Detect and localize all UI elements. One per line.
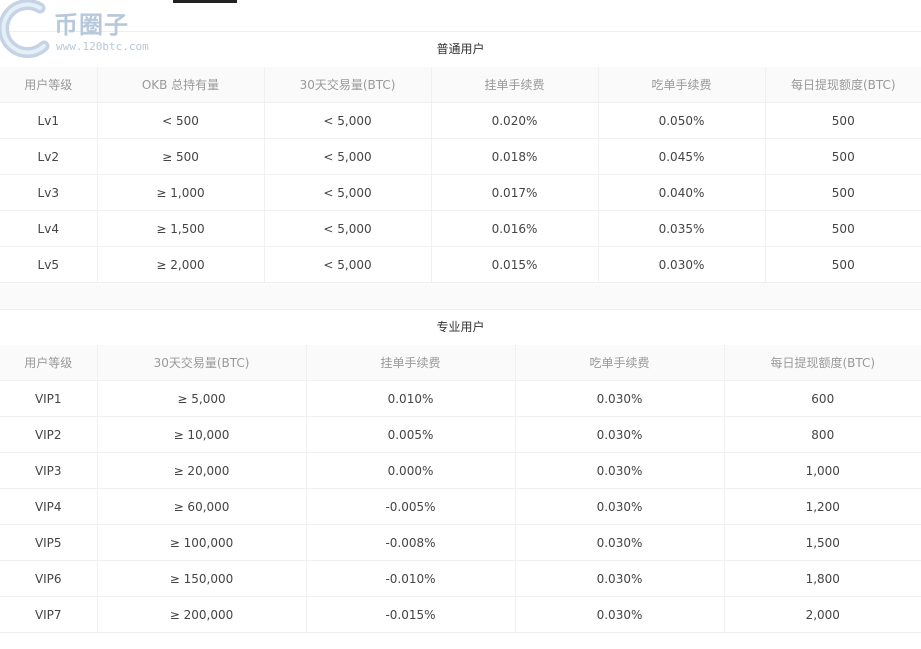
header-cell: 吃单手续费 — [515, 345, 725, 381]
table-cell: Lv5 — [0, 246, 98, 283]
table-cell: 500 — [765, 138, 921, 175]
table-cell: 800 — [724, 416, 921, 453]
table-cell: -0.008% — [306, 524, 516, 561]
table-cell: ≥ 1,500 — [97, 210, 265, 247]
table-cell: ≥ 1,000 — [97, 174, 265, 211]
active-tab-indicator[interactable] — [173, 0, 237, 3]
table-cell: ≥ 20,000 — [97, 452, 307, 489]
table-cell: -0.015% — [306, 596, 516, 633]
table-cell: VIP5 — [0, 524, 98, 561]
table-cell: < 5,000 — [264, 210, 432, 247]
table-cell: 0.017% — [431, 174, 599, 211]
table-cell: 0.030% — [515, 596, 725, 633]
table-cell: -0.010% — [306, 560, 516, 597]
table-row: Lv4 ≥ 1,500 < 5,000 0.016% 0.035% 500 — [0, 210, 921, 247]
section-divider — [0, 283, 921, 310]
table-cell: 0.030% — [515, 488, 725, 525]
table-cell: 0.015% — [431, 246, 599, 283]
table-cell: < 500 — [97, 102, 265, 139]
table-cell: 0.005% — [306, 416, 516, 453]
table-cell: 0.030% — [515, 416, 725, 453]
table-cell: 1,000 — [724, 452, 921, 489]
table-cell: ≥ 200,000 — [97, 596, 307, 633]
table-row: VIP4 ≥ 60,000 -0.005% 0.030% 1,200 — [0, 488, 921, 525]
header-cell: 挂单手续费 — [306, 345, 516, 381]
table-cell: 0.000% — [306, 452, 516, 489]
table-cell: VIP3 — [0, 452, 98, 489]
table-cell: 0.030% — [598, 246, 766, 283]
table-cell: 1,500 — [724, 524, 921, 561]
header-cell: 吃单手续费 — [598, 67, 766, 103]
table-cell: 0.030% — [515, 380, 725, 417]
header-cell: 用户等级 — [0, 345, 98, 381]
table-row: VIP7 ≥ 200,000 -0.015% 0.030% 2,000 — [0, 596, 921, 633]
table-cell: 1,800 — [724, 560, 921, 597]
pro-users-title: 专业用户 — [0, 309, 921, 346]
table-cell: 500 — [765, 210, 921, 247]
table-cell: < 5,000 — [264, 102, 432, 139]
table-cell: 0.040% — [598, 174, 766, 211]
table-cell: 500 — [765, 246, 921, 283]
table-cell: ≥ 2,000 — [97, 246, 265, 283]
table-row: VIP6 ≥ 150,000 -0.010% 0.030% 1,800 — [0, 560, 921, 597]
header-cell: 30天交易量(BTC) — [264, 67, 432, 103]
table-cell: 0.050% — [598, 102, 766, 139]
table-header-row: 用户等级 OKB 总持有量 30天交易量(BTC) 挂单手续费 吃单手续费 每日… — [0, 67, 921, 103]
header-cell: 每日提现额度(BTC) — [765, 67, 921, 103]
table-cell: 0.020% — [431, 102, 599, 139]
header-cell: 每日提现额度(BTC) — [724, 345, 921, 381]
table-cell: 0.010% — [306, 380, 516, 417]
table-cell: VIP4 — [0, 488, 98, 525]
table-cell: Lv2 — [0, 138, 98, 175]
table-cell: 0.030% — [515, 560, 725, 597]
table-cell: VIP7 — [0, 596, 98, 633]
table-row: VIP3 ≥ 20,000 0.000% 0.030% 1,000 — [0, 452, 921, 489]
table-cell: 600 — [724, 380, 921, 417]
table-row: Lv1 < 500 < 5,000 0.020% 0.050% 500 — [0, 102, 921, 139]
table-row: Lv2 ≥ 500 < 5,000 0.018% 0.045% 500 — [0, 138, 921, 175]
table-cell: < 5,000 — [264, 138, 432, 175]
table-cell: ≥ 5,000 — [97, 380, 307, 417]
table-cell: VIP2 — [0, 416, 98, 453]
table-cell: 0.016% — [431, 210, 599, 247]
table-cell: 0.030% — [515, 524, 725, 561]
table-cell: 0.030% — [515, 452, 725, 489]
table-cell: 1,200 — [724, 488, 921, 525]
table-row: VIP2 ≥ 10,000 0.005% 0.030% 800 — [0, 416, 921, 453]
header-cell: OKB 总持有量 — [97, 67, 265, 103]
table-cell: ≥ 60,000 — [97, 488, 307, 525]
table-cell: VIP1 — [0, 380, 98, 417]
table-cell: 500 — [765, 174, 921, 211]
table-cell: Lv3 — [0, 174, 98, 211]
header-cell: 30天交易量(BTC) — [97, 345, 307, 381]
table-cell: 0.035% — [598, 210, 766, 247]
table-cell: 0.045% — [598, 138, 766, 175]
normal-user-fee-table: 用户等级 OKB 总持有量 30天交易量(BTC) 挂单手续费 吃单手续费 每日… — [0, 67, 921, 283]
table-header-row: 用户等级 30天交易量(BTC) 挂单手续费 吃单手续费 每日提现额度(BTC) — [0, 345, 921, 381]
pro-user-fee-table: 用户等级 30天交易量(BTC) 挂单手续费 吃单手续费 每日提现额度(BTC)… — [0, 345, 921, 633]
table-cell: 2,000 — [724, 596, 921, 633]
header-cell: 用户等级 — [0, 67, 98, 103]
table-row: Lv5 ≥ 2,000 < 5,000 0.015% 0.030% 500 — [0, 246, 921, 283]
table-cell: ≥ 500 — [97, 138, 265, 175]
header-cell: 挂单手续费 — [431, 67, 599, 103]
table-cell: Lv1 — [0, 102, 98, 139]
table-cell: Lv4 — [0, 210, 98, 247]
table-cell: ≥ 150,000 — [97, 560, 307, 597]
table-cell: ≥ 100,000 — [97, 524, 307, 561]
table-cell: < 5,000 — [264, 246, 432, 283]
table-cell: ≥ 10,000 — [97, 416, 307, 453]
normal-users-title: 普通用户 — [0, 31, 921, 68]
table-cell: VIP6 — [0, 560, 98, 597]
table-cell: 0.018% — [431, 138, 599, 175]
table-cell: -0.005% — [306, 488, 516, 525]
table-row: Lv3 ≥ 1,000 < 5,000 0.017% 0.040% 500 — [0, 174, 921, 211]
table-row: VIP5 ≥ 100,000 -0.008% 0.030% 1,500 — [0, 524, 921, 561]
table-row: VIP1 ≥ 5,000 0.010% 0.030% 600 — [0, 380, 921, 417]
table-cell: < 5,000 — [264, 174, 432, 211]
table-cell: 500 — [765, 102, 921, 139]
